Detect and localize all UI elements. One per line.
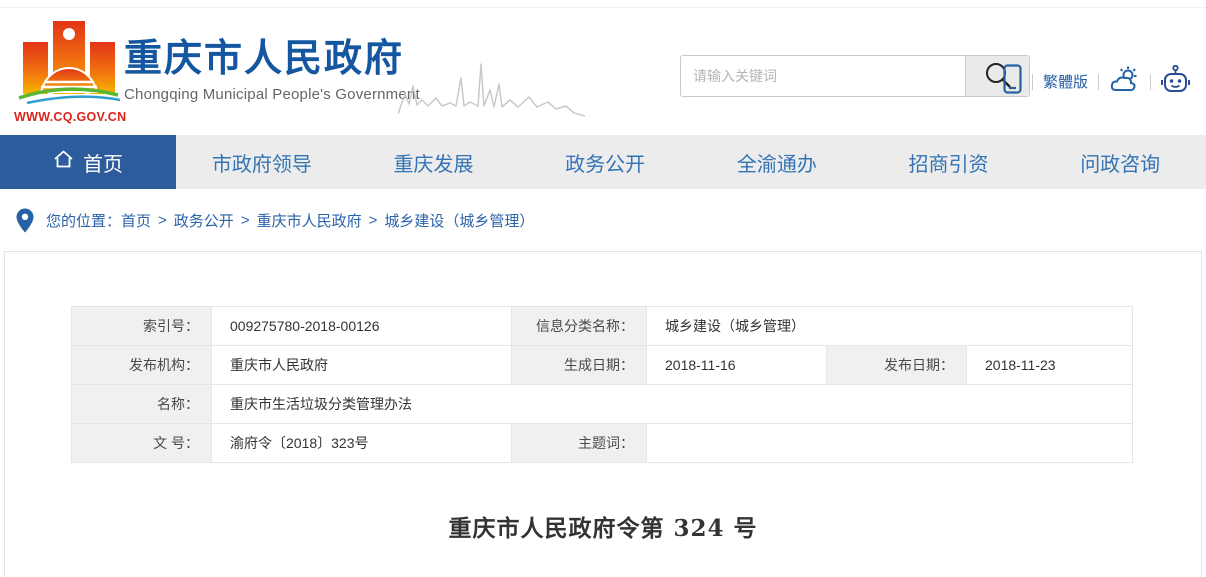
keywords-value [647, 424, 1133, 463]
category-value: 城乡建设（城乡管理） [647, 307, 1133, 346]
site-subtitle: Chongqing Municipal People's Government [124, 86, 420, 103]
breadcrumb-item-gov-affairs[interactable]: 政务公开 [174, 210, 234, 231]
keywords-label: 主题词： [512, 424, 647, 463]
site-logo[interactable]: WWW.CQ.GOV.CN [14, 16, 124, 124]
weather-icon [1109, 66, 1140, 98]
created-date-label: 生成日期： [512, 346, 647, 385]
nav-item-government-leaders[interactable]: 市政府领导 [176, 135, 348, 189]
published-date-value: 2018-11-23 [967, 346, 1133, 385]
site-search [680, 55, 1030, 97]
breadcrumb: 您的位置： 首页 > 政务公开 > 重庆市人民政府 > 城乡建设（城乡管理） [0, 189, 1206, 251]
nav-item-chongqing-development[interactable]: 重庆发展 [348, 135, 520, 189]
traditional-chinese-button[interactable]: 繁體版 [1033, 71, 1098, 92]
document-number-label: 文 号： [72, 424, 212, 463]
nav-item-label: 首页 [83, 148, 123, 177]
nav-item-online-services[interactable]: 全渝通办 [691, 135, 863, 189]
mobile-version-button[interactable] [993, 64, 1032, 99]
index-number-label: 索引号： [72, 307, 212, 346]
weather-button[interactable] [1099, 66, 1150, 98]
nav-item-label: 全渝通办 [737, 148, 817, 177]
document-name-value: 重庆市生活垃圾分类管理办法 [212, 385, 1133, 424]
document-panel: 索引号： 009275780-2018-00126 信息分类名称： 城乡建设（城… [4, 251, 1202, 577]
header-tools: 繁體版 [993, 64, 1200, 99]
created-date-value: 2018-11-16 [647, 346, 827, 385]
main-nav: 首页 市政府领导 重庆发展 政务公开 全渝通办 招商引资 问政咨询 [0, 135, 1206, 189]
breadcrumb-separator: > [362, 212, 385, 229]
logo-url-text: WWW.CQ.GOV.CN [14, 110, 124, 124]
mobile-phone-icon [1003, 64, 1022, 99]
traditional-chinese-label: 繁體版 [1043, 71, 1088, 92]
document-number-value: 渝府令〔2018〕323号 [212, 424, 512, 463]
nav-item-home[interactable]: 首页 [0, 135, 176, 189]
site-header: WWW.CQ.GOV.CN 重庆市人民政府 Chongqing Municipa… [0, 8, 1206, 135]
nav-item-government-affairs[interactable]: 政务公开 [519, 135, 691, 189]
published-date-label: 发布日期： [827, 346, 967, 385]
search-input[interactable] [681, 56, 965, 96]
breadcrumb-prefix: 您的位置： [46, 210, 121, 231]
site-titles: 重庆市人民政府 Chongqing Municipal People's Gov… [124, 38, 420, 103]
nav-item-consultation[interactable]: 问政咨询 [1034, 135, 1206, 189]
breadcrumb-item-home[interactable]: 首页 [121, 210, 151, 231]
nav-item-label: 招商引资 [909, 148, 989, 177]
breadcrumb-item-government[interactable]: 重庆市人民政府 [257, 210, 362, 231]
page: WWW.CQ.GOV.CN 重庆市人民政府 Chongqing Municipa… [0, 0, 1206, 577]
breadcrumb-separator: > [234, 212, 257, 229]
nav-item-label: 市政府领导 [212, 148, 312, 177]
index-number-value: 009275780-2018-00126 [212, 307, 512, 346]
nav-item-investment[interactable]: 招商引资 [863, 135, 1035, 189]
table-row: 索引号： 009275780-2018-00126 信息分类名称： 城乡建设（城… [72, 307, 1133, 346]
document-title: 重庆市人民政府令第 324 号 [5, 509, 1201, 543]
robot-assistant-icon [1161, 65, 1190, 98]
city-skyline-decoration [398, 60, 586, 129]
site-title: 重庆市人民政府 [124, 38, 420, 82]
smart-assistant-button[interactable] [1151, 65, 1200, 98]
document-meta-table: 索引号： 009275780-2018-00126 信息分类名称： 城乡建设（城… [71, 306, 1133, 463]
breadcrumb-separator: > [151, 212, 174, 229]
nav-item-label: 政务公开 [565, 148, 645, 177]
table-row: 发布机构： 重庆市人民政府 生成日期： 2018-11-16 发布日期： 201… [72, 346, 1133, 385]
location-pin-icon [16, 208, 34, 233]
home-icon [53, 149, 74, 175]
table-row: 名称： 重庆市生活垃圾分类管理办法 [72, 385, 1133, 424]
issuing-agency-value: 重庆市人民政府 [212, 346, 512, 385]
nav-item-label: 问政咨询 [1080, 148, 1160, 177]
nav-item-label: 重庆发展 [394, 148, 474, 177]
category-label: 信息分类名称： [512, 307, 647, 346]
chongqing-great-hall-emblem-icon [17, 91, 121, 108]
table-row: 文 号： 渝府令〔2018〕323号 主题词： [72, 424, 1133, 463]
top-strip [0, 0, 1206, 8]
issuing-agency-label: 发布机构： [72, 346, 212, 385]
breadcrumb-item-urban-construction[interactable]: 城乡建设（城乡管理） [384, 210, 534, 231]
document-name-label: 名称： [72, 385, 212, 424]
